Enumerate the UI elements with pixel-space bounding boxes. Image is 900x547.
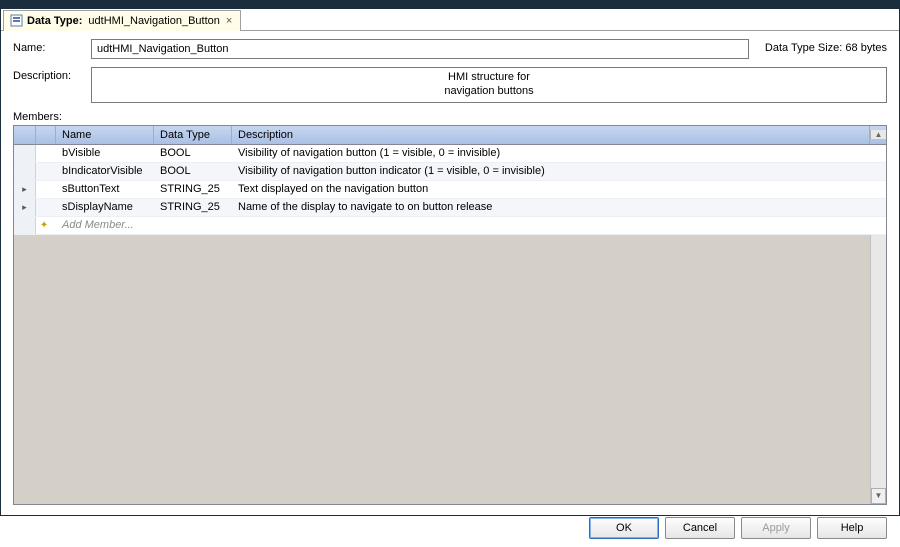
vertical-scrollbar[interactable]: ▼ [870, 235, 886, 504]
cancel-button[interactable]: Cancel [665, 517, 735, 539]
row-handle[interactable] [14, 163, 36, 180]
column-name[interactable]: Name [56, 126, 154, 144]
column-data-type[interactable]: Data Type [154, 126, 232, 144]
column-description[interactable]: Description [232, 126, 870, 144]
member-description[interactable]: Name of the display to navigate to on bu… [232, 199, 886, 216]
name-label: Name: [13, 39, 83, 54]
column-row-selector[interactable] [14, 126, 36, 144]
dialog-buttons: OK Cancel Apply Help [1, 509, 899, 547]
add-member-row[interactable]: ✦Add Member... [14, 217, 886, 235]
column-expand[interactable] [36, 126, 56, 144]
tab-data-type[interactable]: Data Type: udtHMI_Navigation_Button × [3, 10, 241, 31]
member-type[interactable]: BOOL [154, 145, 232, 162]
data-type-size: Data Type Size: 68 bytes [757, 39, 887, 54]
row-handle [14, 217, 36, 234]
apply-button[interactable]: Apply [741, 517, 811, 539]
row-handle[interactable]: ▸ [14, 181, 36, 198]
add-member-icon: ✦ [36, 217, 56, 234]
member-description[interactable]: Text displayed on the navigation button [232, 181, 886, 198]
members-grid: Name Data Type Description ▲ bVisibleBOO… [13, 125, 887, 505]
table-row[interactable]: ▸ sDisplayNameSTRING_25Name of the displa… [14, 199, 886, 217]
member-type[interactable]: STRING_25 [154, 181, 232, 198]
name-input[interactable] [91, 39, 749, 59]
row-handle[interactable]: ▸ [14, 199, 36, 216]
table-row[interactable]: ▸ sButtonTextSTRING_25Text displayed on t… [14, 181, 886, 199]
tab-strip: Data Type: udtHMI_Navigation_Button × [1, 9, 899, 31]
close-icon[interactable]: × [224, 15, 234, 27]
member-name[interactable]: bVisible [56, 145, 154, 162]
expand-cell [36, 181, 56, 198]
member-name[interactable]: sButtonText [56, 181, 154, 198]
expand-cell [36, 163, 56, 180]
description-label: Description: [13, 67, 83, 82]
editor-panel: Name: Data Type Size: 68 bytes Descripti… [1, 31, 899, 509]
member-type[interactable]: BOOL [154, 163, 232, 180]
help-button[interactable]: Help [817, 517, 887, 539]
description-input[interactable]: HMI structure for navigation buttons [91, 67, 887, 103]
ok-button[interactable]: OK [589, 517, 659, 539]
member-description[interactable]: Visibility of navigation button (1 = vis… [232, 145, 886, 162]
description-text: HMI structure for navigation buttons [444, 71, 533, 99]
grid-empty-area: ▼ [14, 235, 886, 504]
scroll-down-arrow[interactable]: ▼ [871, 488, 886, 504]
tab-title: udtHMI_Navigation_Button [88, 15, 219, 27]
table-row[interactable]: bVisibleBOOLVisibility of navigation but… [14, 145, 886, 163]
member-type[interactable]: STRING_25 [154, 199, 232, 216]
row-handle[interactable] [14, 145, 36, 162]
expand-cell [36, 145, 56, 162]
table-row[interactable]: bIndicatorVisibleBOOLVisibility of navig… [14, 163, 886, 181]
tab-prefix: Data Type: [27, 15, 82, 27]
members-label: Members: [13, 111, 887, 123]
grid-header: Name Data Type Description ▲ [14, 126, 886, 145]
grid-body: bVisibleBOOLVisibility of navigation but… [14, 145, 886, 235]
expand-cell [36, 199, 56, 216]
data-type-icon [10, 14, 23, 27]
member-description[interactable]: Visibility of navigation button indicato… [232, 163, 886, 180]
window-titlebar [1, 1, 899, 9]
add-member-label[interactable]: Add Member... [56, 217, 886, 234]
scroll-up-arrow[interactable]: ▲ [870, 130, 886, 139]
member-name[interactable]: sDisplayName [56, 199, 154, 216]
member-name[interactable]: bIndicatorVisible [56, 163, 154, 180]
